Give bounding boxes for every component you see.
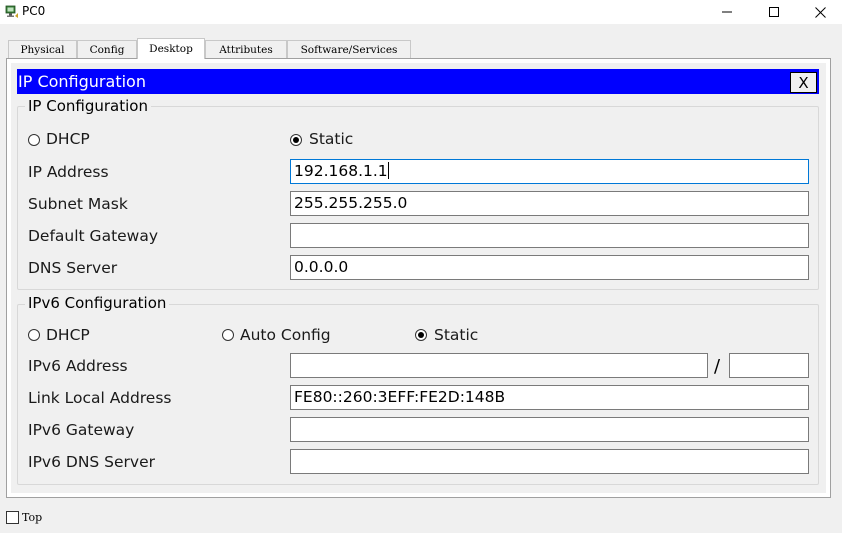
ipv4-static-radio[interactable] — [290, 134, 302, 146]
top-checkbox-label: Top — [22, 511, 43, 524]
ipv6-static-radio[interactable] — [415, 329, 427, 341]
maximize-icon — [769, 7, 779, 17]
ipv6-dhcp-label: DHCP — [46, 326, 90, 344]
dialog-close-button[interactable]: X — [790, 72, 817, 93]
prefix-separator: / — [714, 356, 721, 377]
ip-configuration-header: IP Configuration — [17, 69, 819, 94]
ipv4-static-label: Static — [309, 130, 354, 148]
ipv6-prefix-input[interactable] — [729, 353, 809, 378]
close-icon — [814, 6, 826, 18]
default-gateway-label: Default Gateway — [28, 227, 159, 245]
ip-address-input[interactable]: 192.168.1.1 — [290, 159, 809, 184]
dialog-title: IP Configuration — [18, 72, 146, 91]
window-title: PC0 — [22, 4, 46, 18]
default-gateway-input[interactable] — [290, 223, 809, 248]
ipv6-group-label: IPv6 Configuration — [25, 294, 170, 312]
link-local-address-label: Link Local Address — [28, 389, 172, 407]
ipv6-address-input[interactable] — [290, 353, 708, 378]
close-window-button[interactable] — [797, 0, 842, 24]
tab-desktop[interactable]: Desktop — [137, 38, 205, 59]
ip-address-label: IP Address — [28, 163, 109, 181]
ipv6-address-label: IPv6 Address — [28, 357, 128, 375]
text-caret — [387, 162, 389, 179]
tab-attributes[interactable]: Attributes — [205, 40, 287, 58]
top-checkbox[interactable] — [6, 511, 19, 524]
dns-server-input[interactable]: 0.0.0.0 — [290, 255, 809, 280]
tab-software-services[interactable]: Software/Services — [287, 40, 411, 58]
ipv4-group-label: IP Configuration — [25, 97, 151, 115]
ipv6-gateway-input[interactable] — [290, 417, 809, 442]
ipv6-dns-server-input[interactable] — [290, 449, 809, 474]
minimize-button[interactable] — [704, 0, 750, 24]
ipv6-static-label: Static — [434, 326, 479, 344]
ipv6-auto-config-label: Auto Config — [240, 326, 331, 344]
ipv6-gateway-label: IPv6 Gateway — [28, 421, 135, 439]
subnet-mask-label: Subnet Mask — [28, 195, 128, 213]
link-local-address-input[interactable]: FE80::260:3EFF:FE2D:148B — [290, 385, 809, 410]
ipv4-dhcp-label: DHCP — [46, 130, 90, 148]
ipv6-dns-server-label: IPv6 DNS Server — [28, 453, 156, 471]
tab-physical[interactable]: Physical — [8, 40, 77, 58]
dns-server-label: DNS Server — [28, 259, 118, 277]
ipv4-dhcp-radio[interactable] — [28, 134, 40, 146]
maximize-button[interactable] — [751, 0, 797, 24]
minimize-icon — [722, 11, 732, 13]
ipv6-dhcp-radio[interactable] — [28, 329, 40, 341]
subnet-mask-input[interactable]: 255.255.255.0 — [290, 191, 809, 216]
ipv6-auto-config-radio[interactable] — [222, 329, 234, 341]
ip-address-value: 192.168.1.1 — [294, 162, 388, 180]
pc-app-icon — [5, 5, 18, 18]
tab-config[interactable]: Config — [77, 40, 137, 58]
title-bar: PC0 — [0, 0, 842, 24]
